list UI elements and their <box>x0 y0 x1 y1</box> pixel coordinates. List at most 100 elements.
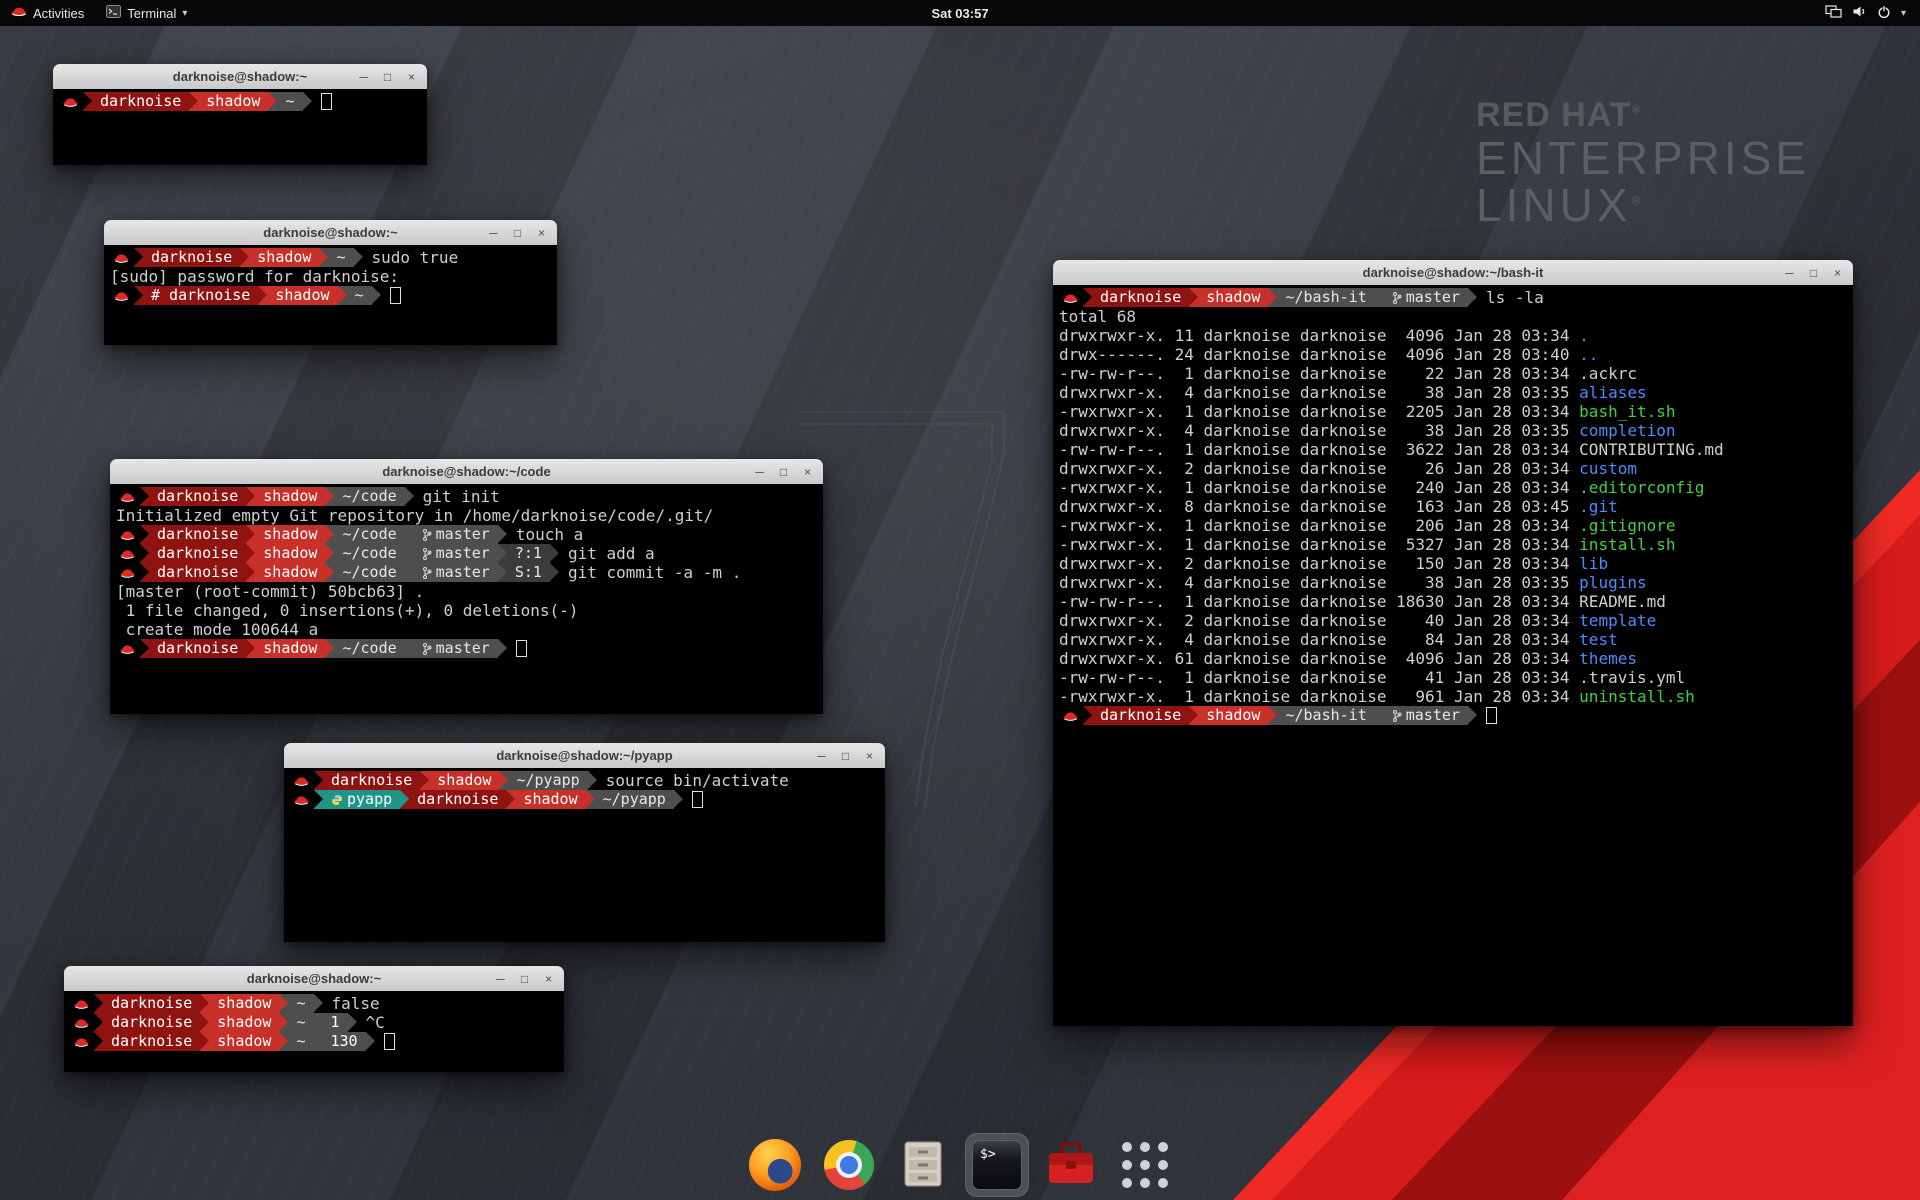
terminal-screen[interactable]: darknoiseshadow~/bash-itmasterls -latota… <box>1053 285 1853 1026</box>
output-text: README.md <box>1579 592 1666 611</box>
terminal-cursor <box>516 640 527 657</box>
terminal-cursor <box>321 93 332 110</box>
terminal-screen[interactable]: darknoiseshadow~falsedarknoiseshadow~1^C… <box>64 991 564 1072</box>
minimize-button[interactable]: ─ <box>815 750 828 762</box>
dock-chrome[interactable] <box>817 1133 881 1197</box>
chrome-icon <box>824 1140 874 1190</box>
prompt-segment-gitstat: S:1 <box>507 563 550 582</box>
output-text: 1 file changed, 0 insertions(+), 0 delet… <box>116 601 578 620</box>
powerline-separator <box>189 92 198 111</box>
redhat-prompt-icon <box>116 639 140 658</box>
redhat-prompt-icon <box>1059 288 1083 307</box>
terminal-output-line: drwxrwxr-x. 8 darknoise darknoise 163 Ja… <box>1059 497 1847 516</box>
close-button[interactable]: × <box>863 750 876 762</box>
command-text: touch a <box>507 525 583 544</box>
rhel-wallpaper-logo: RED HAT® ENTERPRISE LINUX® <box>1476 96 1810 229</box>
prompt-segment-git: master <box>1384 288 1468 307</box>
output-text: lib <box>1579 554 1608 573</box>
powerline-separator <box>498 563 507 582</box>
maximize-button[interactable]: □ <box>1807 267 1820 279</box>
window-titlebar[interactable]: darknoise@shadow:~/code ─ □ × <box>110 459 823 485</box>
output-text: [sudo] password for darknoise: <box>110 267 399 286</box>
powerline-separator <box>588 771 597 790</box>
window-titlebar[interactable]: darknoise@shadow:~ ─ □ × <box>53 64 427 90</box>
close-button[interactable]: × <box>535 227 548 239</box>
terminal-screen[interactable]: darknoiseshadow~/pyappsource bin/activat… <box>284 768 885 942</box>
minimize-button[interactable]: ─ <box>357 71 370 83</box>
terminal-window: darknoise@shadow:~ ─ □ × darknoiseshadow… <box>64 966 564 1072</box>
terminal-prompt-line: darknoiseshadow~1^C <box>70 1013 558 1032</box>
dock-software-toolbox[interactable] <box>1039 1133 1103 1197</box>
output-text: -rw-rw-r--. 1 darknoise darknoise 18630 … <box>1059 592 1579 611</box>
redhat-prompt-icon <box>110 286 134 305</box>
window-title: darknoise@shadow:~/bash-it <box>1363 265 1544 280</box>
terminal-output-line: -rwxrwxr-x. 1 darknoise darknoise 240 Ja… <box>1059 478 1847 497</box>
prompt-segment-exit: 1 <box>323 1013 348 1032</box>
maximize-button[interactable]: □ <box>518 973 531 985</box>
prompt-segment-host: shadow <box>255 525 325 544</box>
window-titlebar[interactable]: darknoise@shadow:~ ─ □ × <box>64 966 564 992</box>
powerline-separator <box>246 544 255 563</box>
prompt-segment-user: darknoise <box>323 771 420 790</box>
system-status-area[interactable]: ▾ <box>1811 0 1920 26</box>
minimize-button[interactable]: ─ <box>1783 267 1796 279</box>
output-text: total 68 <box>1059 307 1136 326</box>
dock-terminal[interactable]: $> <box>965 1133 1029 1197</box>
prompt-segment-user: darknoise <box>103 1032 200 1051</box>
powerline-separator <box>348 1013 357 1032</box>
maximize-button[interactable]: □ <box>777 466 790 478</box>
terminal-prompt-line: darknoiseshadow~ <box>59 92 421 111</box>
output-text: uninstall.sh <box>1579 687 1695 706</box>
terminal-prompt-line: darknoiseshadow~/bash-itmasterls -la <box>1059 288 1847 307</box>
powerline-separator <box>1268 706 1277 725</box>
terminal-output-line: drwxrwxr-x. 4 darknoise darknoise 38 Jan… <box>1059 421 1847 440</box>
powerline-separator <box>314 1013 323 1032</box>
window-titlebar[interactable]: darknoise@shadow:~ ─ □ × <box>104 220 557 246</box>
terminal-screen[interactable]: darknoiseshadow~sudo true[sudo] password… <box>104 245 557 345</box>
terminal-window: darknoise@shadow:~/code ─ □ × darknoise s… <box>110 459 823 714</box>
powerline-separator <box>405 525 414 544</box>
powerline-separator <box>1189 288 1198 307</box>
close-button[interactable]: × <box>801 466 814 478</box>
maximize-button[interactable]: □ <box>839 750 852 762</box>
terminal-output-line: create mode 100644 a <box>116 620 817 639</box>
logo-line-linux: LINUX® <box>1476 182 1810 229</box>
app-menu-button[interactable]: Terminal ▾ <box>95 0 198 26</box>
clock-button[interactable]: Sat 03:57 <box>925 0 994 26</box>
terminal-screen[interactable]: darknoiseshadow~/codegit initInitialized… <box>110 484 823 714</box>
command-text: false <box>323 994 380 1013</box>
maximize-button[interactable]: □ <box>381 71 394 83</box>
terminal-screen[interactable]: darknoiseshadow~ <box>53 89 427 165</box>
dock-app-grid[interactable] <box>1113 1133 1177 1197</box>
output-text: bash_it.sh <box>1579 402 1675 421</box>
prompt-segment-path: ~/pyapp <box>508 771 587 790</box>
powerline-separator <box>1375 706 1384 725</box>
activities-button[interactable]: Activities <box>0 0 95 26</box>
terminal-output-line: total 68 <box>1059 307 1847 326</box>
dock-firefox[interactable] <box>743 1133 807 1197</box>
output-text: themes <box>1579 649 1637 668</box>
maximize-button[interactable]: □ <box>511 227 524 239</box>
powerline-separator <box>140 544 149 563</box>
dock-files[interactable] <box>891 1133 955 1197</box>
minimize-button[interactable]: ─ <box>753 466 766 478</box>
prompt-segment-user: darknoise <box>149 487 246 506</box>
window-titlebar[interactable]: darknoise@shadow:~/pyapp ─ □ × <box>284 743 885 769</box>
prompt-segment-user: darknoise <box>149 525 246 544</box>
powerline-separator <box>314 994 323 1013</box>
terminal-icon-glyph: $> <box>980 1147 996 1162</box>
output-text: CONTRIBUTING.md <box>1579 440 1724 459</box>
window-titlebar[interactable]: darknoise@shadow:~/bash-it ─ □ × <box>1053 260 1853 286</box>
close-button[interactable]: × <box>1831 267 1844 279</box>
powerline-separator <box>325 487 334 506</box>
close-button[interactable]: × <box>405 71 418 83</box>
window-title: darknoise@shadow:~/code <box>382 464 550 479</box>
redhat-prompt-icon <box>1059 706 1083 725</box>
minimize-button[interactable]: ─ <box>487 227 500 239</box>
minimize-button[interactable]: ─ <box>494 973 507 985</box>
output-text: -rwxrwxr-x. 1 darknoise darknoise 240 Ja… <box>1059 478 1579 497</box>
close-button[interactable]: × <box>542 973 555 985</box>
command-text: git commit -a -m . <box>559 563 741 582</box>
powerline-separator <box>372 286 381 305</box>
top-bar: Activities Terminal ▾ Sat 03:57 ▾ <box>0 0 1920 26</box>
